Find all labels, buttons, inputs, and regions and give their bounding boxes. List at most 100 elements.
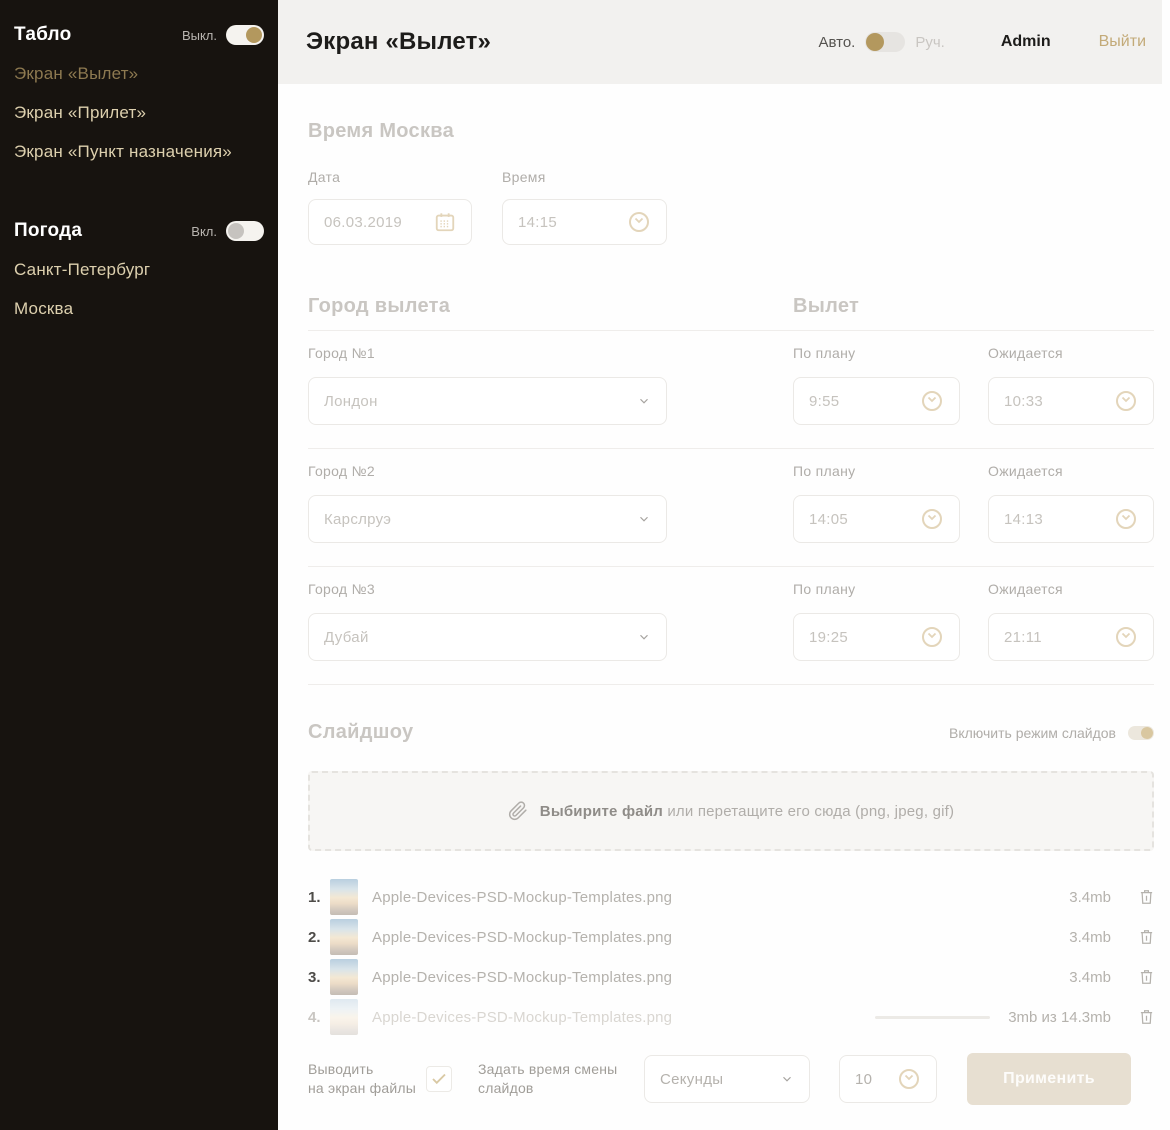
show-files-checkbox[interactable] bbox=[426, 1066, 452, 1092]
dropzone-text-bold: Выбирите файл bbox=[540, 803, 663, 820]
file-number: 1. bbox=[308, 889, 330, 906]
app-window: Табло Выкл. Экран «Вылет» Экран «Прилет»… bbox=[0, 0, 1170, 1130]
board-menu: Экран «Вылет» Экран «Прилет» Экран «Пунк… bbox=[14, 64, 264, 162]
sidebar-item-screen-departure[interactable]: Экран «Вылет» bbox=[14, 64, 264, 84]
mode-toggle[interactable] bbox=[865, 32, 905, 52]
show-files-label-line2: на экран файлы bbox=[308, 1079, 426, 1098]
file-size: 3.4mb bbox=[1051, 969, 1111, 986]
sidebar-item-screen-destination[interactable]: Экран «Пункт назначения» bbox=[14, 142, 264, 162]
sidebar-item-spb[interactable]: Санкт-Петербург bbox=[14, 260, 264, 280]
slideshow-title: Слайдшоу bbox=[308, 721, 413, 744]
interval-label: Задать время смены слайдов bbox=[478, 1060, 628, 1098]
city-2-select[interactable]: Карслруэ bbox=[308, 495, 667, 543]
interval-value: 10 bbox=[855, 1071, 872, 1088]
sidebar-item-moscow[interactable]: Москва bbox=[14, 299, 264, 319]
expected-1-input[interactable]: 10:33 bbox=[988, 377, 1154, 425]
file-dropzone[interactable]: Выбирите файл или перетащите его сюда (p… bbox=[308, 771, 1154, 851]
city-1-label: Город №1 bbox=[308, 345, 793, 361]
clock-icon[interactable] bbox=[627, 210, 651, 234]
chevron-down-icon bbox=[637, 630, 651, 644]
file-size: 3.4mb bbox=[1051, 929, 1111, 946]
file-thumbnail bbox=[330, 959, 358, 995]
clock-icon[interactable] bbox=[897, 1067, 921, 1091]
interval-label-line1: Задать время смены bbox=[478, 1060, 628, 1079]
weather-menu: Санкт-Петербург Москва bbox=[14, 260, 264, 319]
clock-icon[interactable] bbox=[920, 389, 944, 413]
plan-2-input[interactable]: 14:05 bbox=[793, 495, 960, 543]
content: Время Москва Дата 06.03.2019 bbox=[278, 84, 1170, 1105]
file-thumbnail bbox=[330, 999, 358, 1035]
expected-3-input[interactable]: 21:11 bbox=[988, 613, 1154, 661]
slideshow-controls: Выводить на экран файлы Задать время сме… bbox=[308, 1053, 1154, 1105]
slideshow-toggle-wrap: Включить режим слайдов bbox=[949, 725, 1154, 741]
file-name: Apple-Devices-PSD-Mockup-Templates.png bbox=[372, 969, 1051, 986]
trash-icon[interactable] bbox=[1139, 1008, 1154, 1026]
clock-icon[interactable] bbox=[920, 625, 944, 649]
plan-3-input[interactable]: 19:25 bbox=[793, 613, 960, 661]
departure-title: Вылет bbox=[793, 295, 859, 318]
expected-label: Ожидается bbox=[988, 345, 1063, 361]
mode-toggle-knob bbox=[866, 33, 884, 51]
file-name: Apple-Devices-PSD-Mockup-Templates.png bbox=[372, 889, 1051, 906]
weather-group-header: Погода Вкл. bbox=[14, 220, 264, 242]
expected-3-value: 21:11 bbox=[1004, 629, 1042, 646]
checkmark-icon bbox=[430, 1070, 448, 1088]
slideshow-toggle[interactable] bbox=[1128, 726, 1154, 740]
city-2-value: Карслруэ bbox=[324, 511, 391, 528]
chevron-down-icon bbox=[780, 1072, 794, 1086]
interval-value-input[interactable]: 10 bbox=[839, 1055, 937, 1103]
slideshow-toggle-knob bbox=[1141, 727, 1153, 739]
time-value: 14:15 bbox=[518, 214, 557, 231]
city-3-select[interactable]: Дубай bbox=[308, 613, 667, 661]
file-number: 4. bbox=[308, 1009, 330, 1026]
expected-2-input[interactable]: 14:13 bbox=[988, 495, 1154, 543]
board-group-title: Табло bbox=[14, 24, 71, 46]
show-files-label-line1: Выводить bbox=[308, 1060, 426, 1079]
file-thumbnail bbox=[330, 919, 358, 955]
calendar-icon[interactable] bbox=[434, 211, 456, 233]
board-toggle-knob bbox=[246, 27, 262, 43]
clock-icon[interactable] bbox=[920, 507, 944, 531]
expected-label: Ожидается bbox=[988, 581, 1063, 597]
sidebar-item-screen-arrival[interactable]: Экран «Прилет» bbox=[14, 103, 264, 123]
dropzone-text-rest: или перетащите его сюда (png, jpeg, gif) bbox=[663, 803, 954, 820]
city-2-label: Город №2 bbox=[308, 463, 793, 479]
clock-icon[interactable] bbox=[1114, 625, 1138, 649]
city-3-label: Город №3 bbox=[308, 581, 793, 597]
trash-icon[interactable] bbox=[1139, 928, 1154, 946]
file-upload-status: 3mb из 14.3mb bbox=[1008, 1009, 1111, 1026]
city-row-1: Город №1 По плану Ожидается Лондон bbox=[308, 345, 1154, 425]
city-row-2-controls: Карслруэ 14:05 bbox=[308, 495, 1154, 543]
trash-icon[interactable] bbox=[1139, 968, 1154, 986]
file-row-2: 2. Apple-Devices-PSD-Mockup-Templates.pn… bbox=[308, 917, 1154, 957]
date-label: Дата bbox=[308, 169, 472, 185]
board-group-header: Табло Выкл. bbox=[14, 24, 264, 46]
show-files-label: Выводить на экран файлы bbox=[308, 1060, 426, 1098]
weather-toggle-knob bbox=[228, 223, 244, 239]
plan-1-input[interactable]: 9:55 bbox=[793, 377, 960, 425]
mode-manual-label: Руч. bbox=[915, 34, 945, 51]
city-row-2-labels: Город №2 По плану Ожидается bbox=[308, 463, 1154, 479]
apply-button[interactable]: Применить bbox=[967, 1053, 1131, 1105]
file-name: Apple-Devices-PSD-Mockup-Templates.png bbox=[372, 1009, 875, 1026]
slideshow-section: Слайдшоу Включить режим слайдов Выбирите… bbox=[308, 721, 1154, 1105]
city-3-value: Дубай bbox=[324, 629, 369, 646]
plan-2-value: 14:05 bbox=[809, 511, 848, 528]
interval-unit-value: Секунды bbox=[660, 1071, 723, 1088]
city-row-2: Город №2 По плану Ожидается Карслруэ bbox=[308, 463, 1154, 543]
chevron-down-icon bbox=[637, 512, 651, 526]
weather-toggle[interactable] bbox=[226, 221, 264, 241]
interval-unit-select[interactable]: Секунды bbox=[644, 1055, 810, 1103]
moscow-time-section: Время Москва Дата 06.03.2019 bbox=[308, 120, 1154, 245]
city-1-select[interactable]: Лондон bbox=[308, 377, 667, 425]
date-input[interactable]: 06.03.2019 bbox=[308, 199, 472, 245]
clock-icon[interactable] bbox=[1114, 389, 1138, 413]
clock-icon[interactable] bbox=[1114, 507, 1138, 531]
board-toggle[interactable] bbox=[226, 25, 264, 45]
weather-toggle-label: Вкл. bbox=[191, 224, 217, 239]
trash-icon[interactable] bbox=[1139, 888, 1154, 906]
time-field: Время 14:15 bbox=[502, 169, 667, 245]
time-input[interactable]: 14:15 bbox=[502, 199, 667, 245]
logout-link[interactable]: Выйти bbox=[1099, 33, 1146, 51]
departure-city-title: Город вылета bbox=[308, 295, 793, 318]
